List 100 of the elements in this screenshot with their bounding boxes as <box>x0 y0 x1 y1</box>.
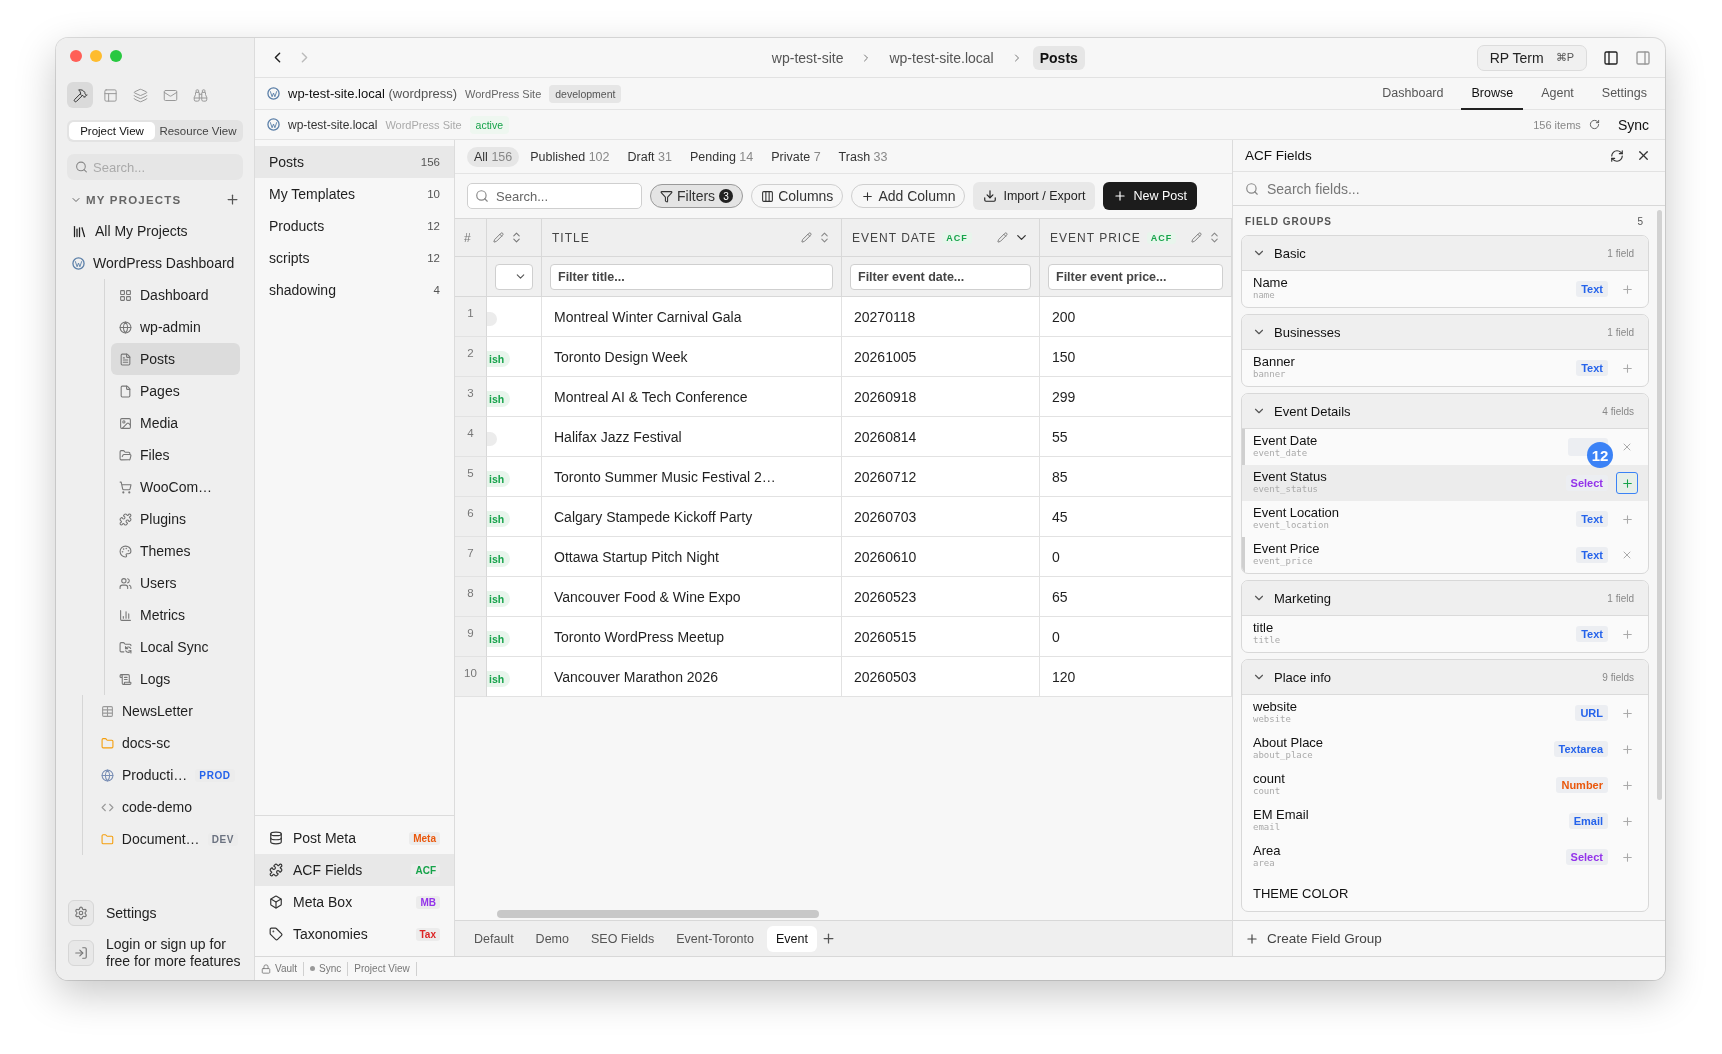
nav-item[interactable]: wp-admin <box>111 311 240 343</box>
nav-item[interactable]: WooCom… <box>111 471 240 503</box>
view-tab[interactable]: Default <box>465 925 523 952</box>
sort-icon[interactable] <box>818 231 831 244</box>
pencil-icon[interactable] <box>1191 232 1202 243</box>
field-row[interactable]: Event Status event_status Select <box>1242 465 1648 501</box>
sync-button[interactable]: Sync <box>1607 116 1649 133</box>
add-view-button[interactable] <box>820 931 836 946</box>
group-header[interactable]: Marketing 1 field <box>1242 581 1648 616</box>
add-column-button[interactable]: Add Column <box>851 184 966 208</box>
new-post-button[interactable]: New Post <box>1103 182 1197 210</box>
field-row[interactable]: title title Text <box>1242 616 1648 652</box>
search-field[interactable]: Search... <box>467 183 642 209</box>
project-item[interactable]: WordPress Dashboard <box>64 247 246 279</box>
field-row[interactable]: Event Location event_location Text <box>1242 501 1648 537</box>
status-tab[interactable]: Trash 33 <box>831 146 895 167</box>
right-panel-toggle[interactable] <box>1635 49 1651 66</box>
pencil-icon[interactable] <box>493 232 504 243</box>
project-item[interactable]: All My Projects <box>64 215 246 247</box>
hammer-tool-button[interactable] <box>67 82 93 108</box>
refresh-icon[interactable] <box>1588 119 1600 130</box>
columns-button[interactable]: Columns <box>751 184 844 208</box>
close-window-button[interactable] <box>70 50 82 62</box>
status-filter-select[interactable] <box>495 263 533 290</box>
view-tab[interactable]: Event <box>767 925 817 952</box>
pencil-icon[interactable] <box>997 232 1008 243</box>
nav-item[interactable]: Logs <box>111 663 240 695</box>
project-item[interactable]: docs-sc <box>93 727 246 759</box>
field-row[interactable]: Area area Select <box>1242 839 1648 875</box>
post-type-item[interactable]: Posts 156 <box>255 146 454 178</box>
nav-item[interactable]: Metrics <box>111 599 240 631</box>
field-row[interactable]: website website URL <box>1242 695 1648 731</box>
breadcrumb[interactable]: Posts <box>1032 45 1085 70</box>
filter-input[interactable]: Filter title... <box>550 263 833 290</box>
project-item[interactable]: NewsLetter <box>93 695 246 727</box>
import-export-button[interactable]: Import / Export <box>973 182 1096 210</box>
close-button[interactable] <box>1636 148 1651 163</box>
nav-tab[interactable]: Settings <box>1591 77 1657 110</box>
filters-button[interactable]: Filters 3 <box>650 184 744 208</box>
project-item[interactable]: code-demo <box>93 791 246 823</box>
sort-icon[interactable] <box>510 231 523 244</box>
nav-item[interactable]: Media <box>111 407 240 439</box>
nav-item[interactable]: Pages <box>111 375 240 407</box>
add-column-button[interactable] <box>1616 472 1638 494</box>
field-row[interactable]: EM Email email Email <box>1242 803 1648 839</box>
search-field[interactable]: Search... <box>67 154 243 180</box>
nav-item[interactable]: Dashboard <box>111 279 240 311</box>
nav-item[interactable]: Plugins <box>111 503 240 535</box>
status-tab[interactable]: Private 7 <box>764 146 828 167</box>
view-tab[interactable]: SEO Fields <box>581 925 664 952</box>
meta-source-item[interactable]: Taxonomies Tax <box>255 918 454 950</box>
breadcrumb[interactable]: wp-test-site.local <box>882 45 1001 70</box>
filter-input[interactable]: Filter event date... <box>850 263 1031 290</box>
field-row[interactable]: THEME COLOR <box>1242 875 1648 911</box>
status-tab[interactable]: All 156 <box>467 146 520 167</box>
nav-tab[interactable]: Agent <box>1531 77 1584 110</box>
status-tab[interactable]: Published 102 <box>523 146 617 167</box>
project-item[interactable]: Document… DEV <box>93 823 246 855</box>
status-tab[interactable]: Draft 31 <box>620 146 679 167</box>
meta-source-item[interactable]: ACF Fields ACF <box>255 854 454 886</box>
nav-tab[interactable]: Browse <box>1461 77 1524 110</box>
nav-item[interactable]: Users <box>111 567 240 599</box>
nav-item[interactable]: Local Sync <box>111 631 240 663</box>
zoom-window-button[interactable] <box>110 50 122 62</box>
post-type-item[interactable]: Products 12 <box>255 210 454 242</box>
minimize-window-button[interactable] <box>90 50 102 62</box>
meta-source-item[interactable]: Post Meta Meta <box>255 822 454 854</box>
filter-input[interactable]: Filter event price... <box>1048 263 1223 290</box>
view-tab[interactable]: Project View <box>69 122 155 140</box>
left-panel-toggle[interactable] <box>1603 49 1619 66</box>
view-tab[interactable]: Event-Toronto <box>667 925 763 952</box>
meta-source-item[interactable]: Meta Box MB <box>255 886 454 918</box>
pencil-icon[interactable] <box>801 232 812 243</box>
nav-item[interactable]: Themes <box>111 535 240 567</box>
terminal-button[interactable]: RP Term ⌘P <box>1476 44 1587 71</box>
status-tab[interactable]: Pending 14 <box>683 146 761 167</box>
group-header[interactable]: Place info 9 fields <box>1242 660 1648 695</box>
view-tab[interactable]: Demo <box>526 925 578 952</box>
post-type-item[interactable]: My Templates 10 <box>255 178 454 210</box>
nav-item[interactable]: Files <box>111 439 240 471</box>
login-prompt[interactable]: Login or sign up for free for more features <box>106 936 242 970</box>
settings-link[interactable]: Settings <box>106 904 157 922</box>
post-type-item[interactable]: scripts 12 <box>255 242 454 274</box>
field-row[interactable]: Event Price event_price Text <box>1242 537 1648 573</box>
field-row[interactable]: About Place about_place Textarea <box>1242 731 1648 767</box>
group-header[interactable]: Basic 1 field <box>1242 236 1648 271</box>
breadcrumb[interactable]: wp-test-site <box>764 45 851 70</box>
group-header[interactable]: Event Details 4 fields <box>1242 394 1648 429</box>
sort-icon[interactable] <box>1208 231 1221 244</box>
group-header[interactable]: Businesses 1 field <box>1242 315 1648 350</box>
refresh-button[interactable] <box>1610 148 1624 163</box>
project-item[interactable]: Producti… PROD <box>93 759 246 791</box>
nav-tab[interactable]: Dashboard <box>1372 77 1454 110</box>
field-row[interactable]: count count Number <box>1242 767 1648 803</box>
add-project-button[interactable] <box>225 192 240 207</box>
post-type-item[interactable]: shadowing 4 <box>255 274 454 306</box>
nav-item[interactable]: Posts <box>111 343 240 375</box>
field-row[interactable]: Name name Text <box>1242 271 1648 307</box>
field-row[interactable]: Banner banner Text <box>1242 350 1648 386</box>
view-tab[interactable]: Resource View <box>155 122 241 140</box>
